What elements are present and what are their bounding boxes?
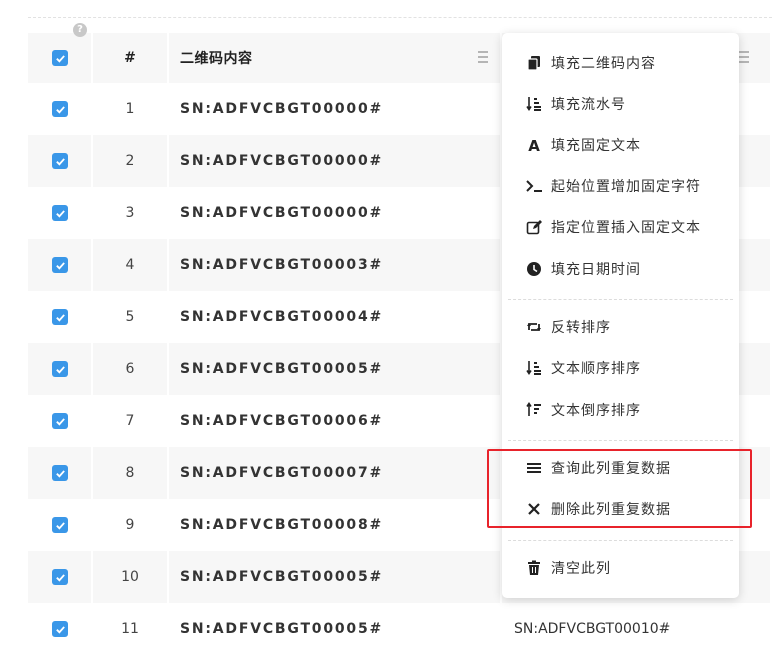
row-content[interactable]: SN:ADFVCBGT00000# bbox=[180, 187, 383, 239]
select-all-checkbox[interactable] bbox=[52, 50, 68, 66]
row-content[interactable]: SN:ADFVCBGT00006# bbox=[180, 395, 383, 447]
menu-item-label: 填充固定文本 bbox=[551, 138, 641, 154]
highlight-box bbox=[487, 449, 752, 528]
row-index: 2 bbox=[125, 153, 135, 169]
menu-item[interactable]: 反转排序 bbox=[502, 312, 739, 342]
row-checkbox[interactable] bbox=[52, 361, 68, 377]
table-row[interactable]: 11 SN:ADFVCBGT00005# SN:ADFVCBGT00010# bbox=[28, 603, 772, 655]
column-menu-icon[interactable] bbox=[478, 51, 488, 63]
row-extra-content[interactable]: SN:ADFVCBGT00010# bbox=[514, 603, 670, 655]
row-checkbox[interactable] bbox=[52, 517, 68, 533]
menu-item-label: 填充二维码内容 bbox=[551, 56, 656, 72]
content-column-header: 二维码内容 bbox=[180, 51, 253, 67]
edit-icon bbox=[526, 219, 542, 235]
menu-item[interactable]: 清空此列 bbox=[502, 553, 739, 583]
menu-item-label: 起始位置增加固定字符 bbox=[551, 179, 701, 195]
trash-icon bbox=[526, 560, 542, 576]
menu-item-label: 文本顺序排序 bbox=[551, 361, 641, 377]
row-index: 1 bbox=[125, 101, 135, 117]
row-index: 7 bbox=[125, 413, 135, 429]
menu-item-label: 填充流水号 bbox=[551, 97, 626, 113]
row-checkbox[interactable] bbox=[52, 465, 68, 481]
row-checkbox[interactable] bbox=[52, 621, 68, 637]
sort-desc-icon bbox=[526, 402, 542, 418]
menu-item-label: 填充日期时间 bbox=[551, 262, 641, 278]
clock-icon bbox=[526, 261, 542, 277]
row-checkbox[interactable] bbox=[52, 257, 68, 273]
row-index: 9 bbox=[125, 517, 135, 533]
menu-separator bbox=[508, 299, 733, 300]
row-index: 4 bbox=[125, 257, 135, 273]
row-content[interactable]: SN:ADFVCBGT00000# bbox=[180, 135, 383, 187]
terminal-icon bbox=[526, 178, 542, 194]
row-index: 10 bbox=[121, 569, 139, 585]
index-column-header: # bbox=[124, 50, 136, 66]
menu-item[interactable]: 填充二维码内容 bbox=[502, 48, 739, 78]
row-checkbox[interactable] bbox=[52, 413, 68, 429]
font-icon: A bbox=[526, 137, 542, 153]
menu-item[interactable]: 文本顺序排序 bbox=[502, 353, 739, 383]
menu-item-label: 清空此列 bbox=[551, 561, 611, 577]
row-checkbox[interactable] bbox=[52, 153, 68, 169]
row-content[interactable]: SN:ADFVCBGT00007# bbox=[180, 447, 383, 499]
row-checkbox[interactable] bbox=[52, 205, 68, 221]
row-content[interactable]: SN:ADFVCBGT00005# bbox=[180, 603, 383, 655]
row-index: 11 bbox=[121, 621, 139, 637]
menu-separator bbox=[508, 540, 733, 541]
menu-item[interactable]: 指定位置插入固定文本 bbox=[502, 212, 739, 242]
row-content[interactable]: SN:ADFVCBGT00003# bbox=[180, 239, 383, 291]
sort-asc-icon bbox=[526, 360, 542, 376]
row-index: 5 bbox=[125, 309, 135, 325]
retweet-icon bbox=[526, 319, 542, 335]
menu-item[interactable]: A 填充固定文本 bbox=[502, 130, 739, 160]
menu-item-label: 指定位置插入固定文本 bbox=[551, 220, 701, 236]
row-index: 3 bbox=[125, 205, 135, 221]
row-content[interactable]: SN:ADFVCBGT00004# bbox=[180, 291, 383, 343]
row-content[interactable]: SN:ADFVCBGT00000# bbox=[180, 83, 383, 135]
row-checkbox[interactable] bbox=[52, 309, 68, 325]
row-index: 6 bbox=[125, 361, 135, 377]
row-content[interactable]: SN:ADFVCBGT00008# bbox=[180, 499, 383, 551]
menu-item-label: 反转排序 bbox=[551, 320, 611, 336]
menu-item[interactable]: 文本倒序排序 bbox=[502, 395, 739, 425]
row-content[interactable]: SN:ADFVCBGT00005# bbox=[180, 551, 383, 603]
sort-numeric-icon bbox=[526, 96, 542, 112]
help-icon[interactable]: ? bbox=[73, 23, 87, 37]
row-index: 8 bbox=[125, 465, 135, 481]
menu-item[interactable]: 填充流水号 bbox=[502, 89, 739, 119]
menu-item[interactable]: 起始位置增加固定字符 bbox=[502, 171, 739, 201]
menu-item-label: 文本倒序排序 bbox=[551, 403, 641, 419]
row-checkbox[interactable] bbox=[52, 569, 68, 585]
menu-separator bbox=[508, 440, 733, 441]
column-menu-icon[interactable] bbox=[739, 51, 749, 63]
row-checkbox[interactable] bbox=[52, 101, 68, 117]
svg-text:A: A bbox=[528, 137, 540, 153]
row-content[interactable]: SN:ADFVCBGT00005# bbox=[180, 343, 383, 395]
menu-item[interactable]: 填充日期时间 bbox=[502, 254, 739, 284]
top-divider bbox=[28, 17, 772, 18]
copy-icon bbox=[526, 55, 542, 71]
